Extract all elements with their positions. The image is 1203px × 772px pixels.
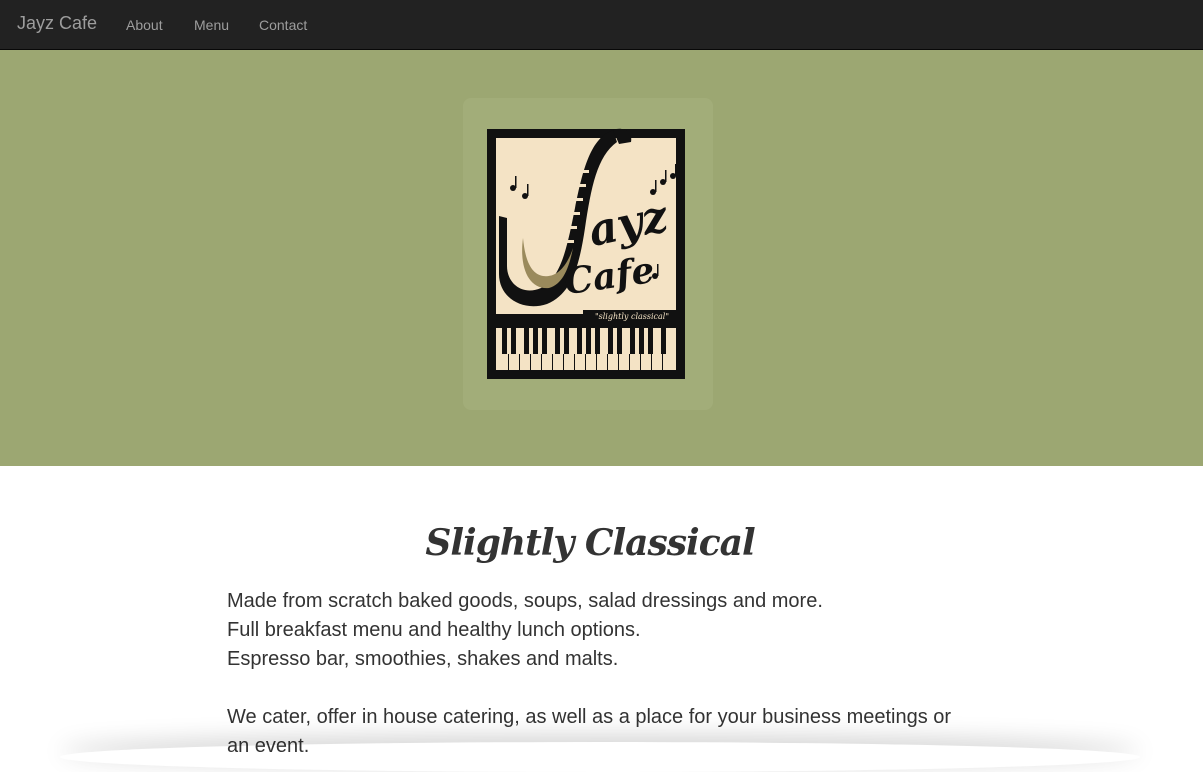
navbar: Jayz Cafe About Menu Contact — [0, 0, 1203, 50]
page-heading: Slightly Classical — [425, 522, 755, 564]
offering-line: Espresso bar, smoothies, shakes and malt… — [227, 648, 619, 670]
brand-link[interactable]: Jayz Cafe — [17, 13, 97, 34]
logo: ayz Cafe "slightly classical" — [463, 98, 713, 410]
jayz-cafe-logo-image: ayz Cafe "slightly classical" — [463, 98, 713, 410]
panel-shadow — [60, 742, 1140, 772]
nav-item-menu[interactable]: Menu — [194, 17, 229, 33]
offerings-paragraph: Made from scratch baked goods, soups, sa… — [227, 587, 957, 674]
offering-line: Full breakfast menu and healthy lunch op… — [227, 619, 641, 641]
nav-item-about[interactable]: About — [126, 17, 163, 33]
hero-banner: ayz Cafe "slightly classical" — [0, 50, 1203, 466]
main-content: Slightly Classical Made from scratch bak… — [0, 466, 1203, 761]
svg-text:"slightly classical": "slightly classical" — [595, 312, 669, 321]
offering-line: Made from scratch baked goods, soups, sa… — [227, 590, 823, 612]
nav-item-contact[interactable]: Contact — [259, 17, 307, 33]
